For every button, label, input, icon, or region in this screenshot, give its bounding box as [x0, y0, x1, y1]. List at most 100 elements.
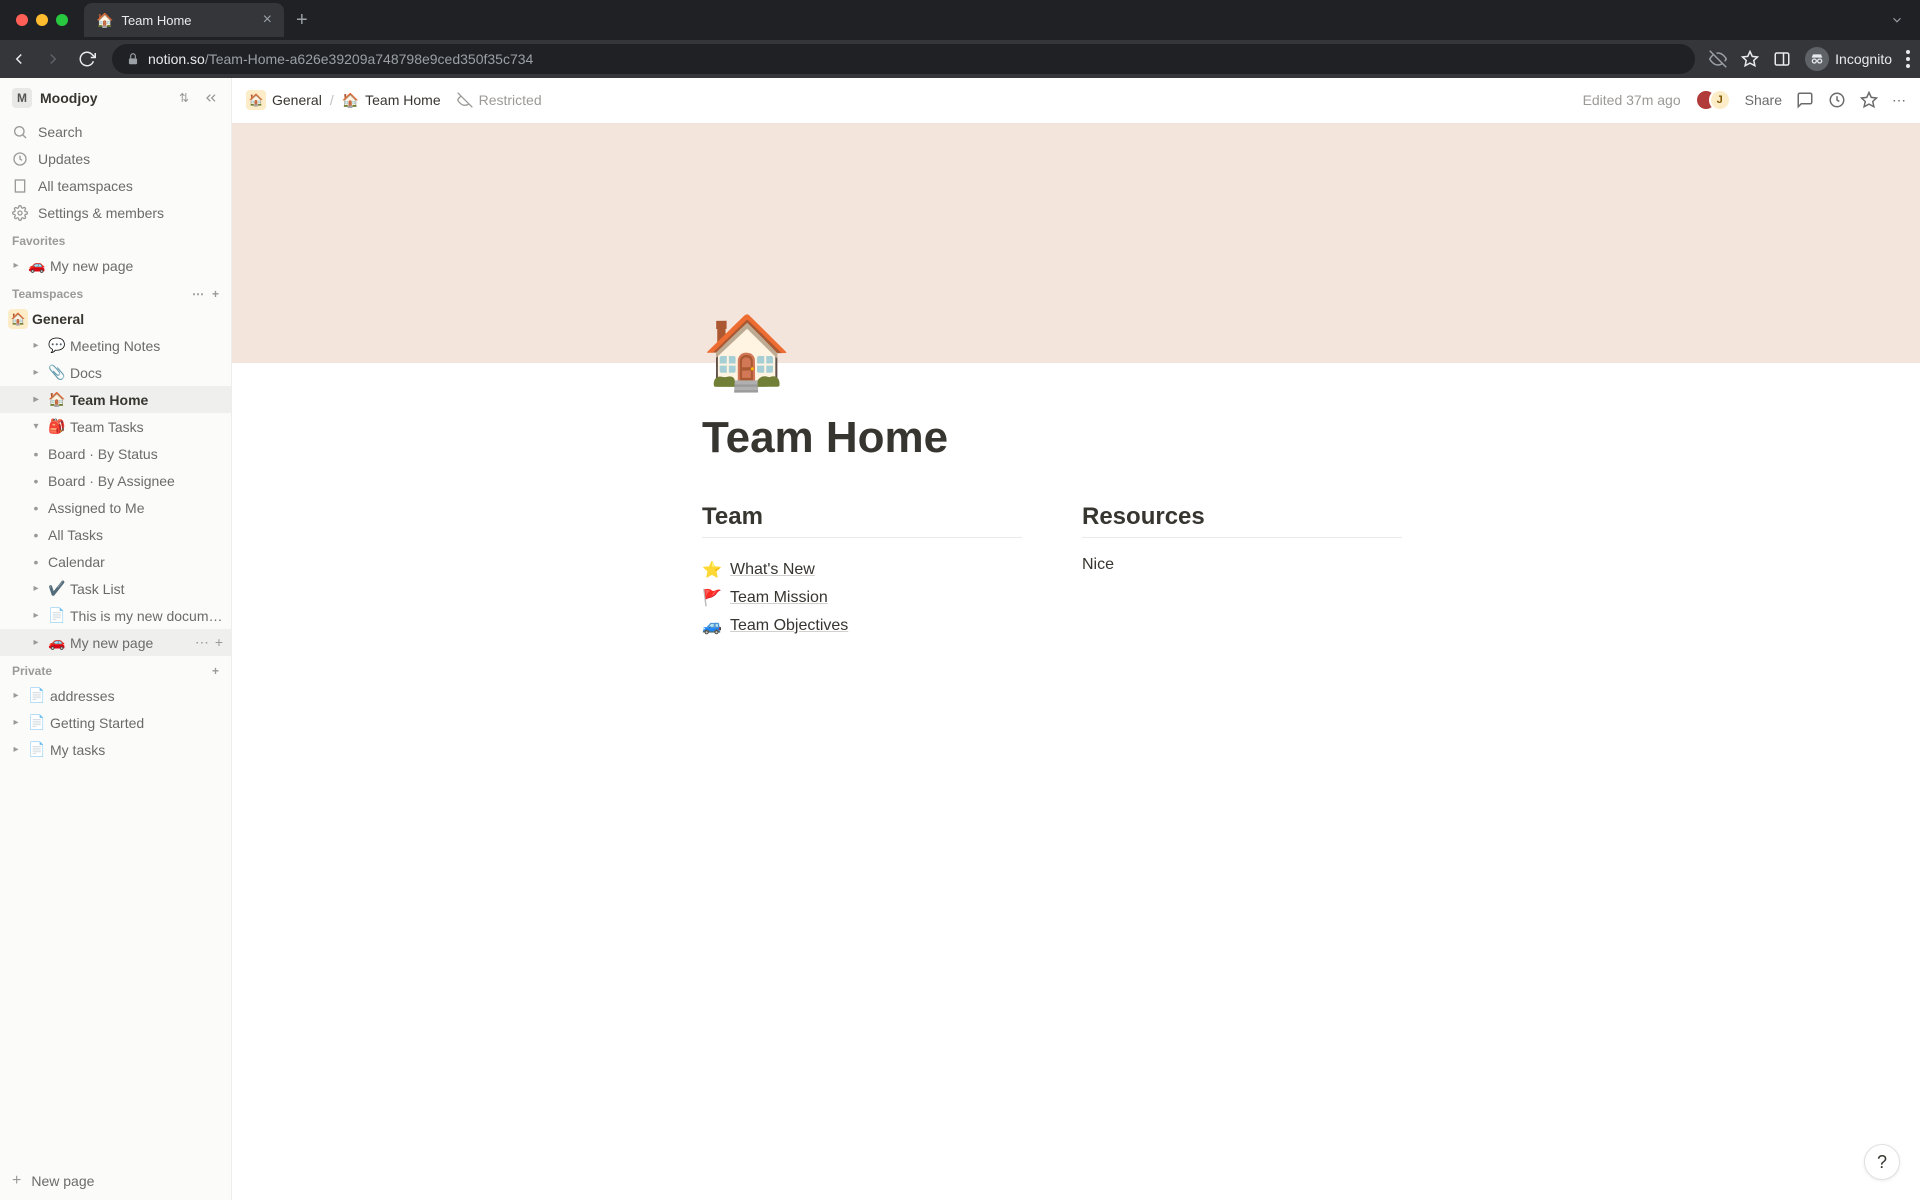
- page-emoji-icon: 📎: [48, 364, 66, 381]
- chevron-right-icon[interactable]: ▸: [28, 394, 44, 405]
- workspace-switcher[interactable]: M Moodjoy ⇅: [0, 78, 231, 118]
- forward-button[interactable]: [44, 50, 64, 68]
- chevron-right-icon[interactable]: ▸: [8, 744, 24, 755]
- restricted-badge[interactable]: Restricted: [457, 92, 542, 108]
- sidebar-page-new-document[interactable]: ▸ 📄 This is my new document: [0, 602, 231, 629]
- page-label: Team Home: [70, 392, 223, 408]
- sidebar-page-task-list[interactable]: ▸ ✔️ Task List: [0, 575, 231, 602]
- add-teamspace-icon[interactable]: +: [212, 287, 219, 301]
- chevron-right-icon[interactable]: ▸: [28, 583, 44, 594]
- chevron-right-icon[interactable]: ▸: [28, 367, 44, 378]
- sidebar-search[interactable]: Search: [0, 118, 231, 145]
- minimize-window-button[interactable]: [36, 14, 48, 26]
- sidebar-private-page[interactable]: ▸ 📄 My tasks: [0, 736, 231, 763]
- page-doc-icon: 📄: [28, 687, 46, 704]
- browser-tab[interactable]: 🏠 Team Home ×: [84, 3, 284, 37]
- maximize-window-button[interactable]: [56, 14, 68, 26]
- sidebar-page-meeting-notes[interactable]: ▸ 💬 Meeting Notes: [0, 332, 231, 359]
- chevron-right-icon[interactable]: ▸: [8, 717, 24, 728]
- bookmark-star-icon[interactable]: [1741, 50, 1759, 68]
- sidebar-page-my-new-page[interactable]: ▸ 🚗 My new page ⋯+: [0, 629, 231, 656]
- main-content: 🏠 General / 🏠 Team Home Restricted Edite…: [232, 78, 1920, 1200]
- page-emoji-icon: 🚗: [28, 257, 46, 274]
- sidebar-updates[interactable]: Updates: [0, 145, 231, 172]
- back-button[interactable]: [10, 50, 30, 68]
- address-bar[interactable]: notion.so/Team-Home-a626e39209a748798e9c…: [112, 44, 1695, 74]
- favorite-page[interactable]: ▸ 🚗 My new page: [0, 252, 231, 279]
- chevron-right-icon[interactable]: ▸: [28, 610, 44, 621]
- new-tab-button[interactable]: +: [296, 9, 308, 32]
- new-page-label: New page: [31, 1173, 94, 1189]
- bullet-icon: •: [28, 500, 44, 516]
- sidebar-subpage[interactable]: •Calendar: [0, 548, 231, 575]
- sidebar-page-team-tasks[interactable]: ▾ 🎒 Team Tasks: [0, 413, 231, 440]
- sidebar-page-docs[interactable]: ▸ 📎 Docs: [0, 359, 231, 386]
- page-icon[interactable]: 🏠: [702, 317, 1920, 389]
- page-label: Board · By Assignee: [48, 473, 223, 489]
- add-private-page-icon[interactable]: +: [212, 664, 219, 678]
- sidebar-settings[interactable]: Settings & members: [0, 199, 231, 226]
- link-emoji-icon: 🚙: [702, 616, 722, 636]
- clock-icon: [12, 151, 30, 167]
- chevron-right-icon[interactable]: ▸: [8, 690, 24, 701]
- page-link[interactable]: 🚩 Team Mission: [702, 584, 1022, 612]
- sidebar-subpage[interactable]: •Board · By Status: [0, 440, 231, 467]
- collapse-sidebar-icon[interactable]: [203, 90, 219, 106]
- page-label: My new page: [50, 258, 223, 274]
- close-window-button[interactable]: [16, 14, 28, 26]
- help-button[interactable]: ?: [1864, 1144, 1900, 1180]
- kebab-menu-icon[interactable]: [1906, 50, 1910, 68]
- sidebar-subpage[interactable]: •All Tasks: [0, 521, 231, 548]
- page-label: Assigned to Me: [48, 500, 223, 516]
- avatar: J: [1709, 89, 1731, 111]
- presence-avatars[interactable]: J: [1695, 89, 1731, 111]
- sidebar-private-page[interactable]: ▸ 📄 Getting Started: [0, 709, 231, 736]
- eye-off-icon[interactable]: [1709, 50, 1727, 68]
- tab-overflow-icon[interactable]: [1890, 13, 1912, 27]
- page-doc-icon: 📄: [28, 714, 46, 731]
- sidebar-subpage[interactable]: •Assigned to Me: [0, 494, 231, 521]
- link-emoji-icon: ⭐: [702, 560, 722, 580]
- breadcrumb-label: Team Home: [365, 92, 440, 108]
- page-link[interactable]: 🚙 Team Objectives: [702, 612, 1022, 640]
- private-label: Private: [12, 664, 52, 678]
- column-heading[interactable]: Team: [702, 503, 1022, 538]
- plus-icon: +: [12, 1172, 21, 1190]
- page-title[interactable]: Team Home: [702, 413, 1920, 463]
- sidebar-page-team-home[interactable]: ▸ 🏠 Team Home: [0, 386, 231, 413]
- chevron-right-icon[interactable]: ▸: [28, 340, 44, 351]
- teamspace-general[interactable]: 🏠 General: [0, 305, 231, 332]
- page-link[interactable]: ⭐ What's New: [702, 556, 1022, 584]
- lock-icon: [126, 52, 140, 66]
- page-emoji-icon: 💬: [48, 337, 66, 354]
- text-block[interactable]: Nice: [1082, 556, 1402, 574]
- breadcrumb-icon: 🏠: [342, 92, 359, 109]
- comments-icon[interactable]: [1796, 91, 1814, 109]
- incognito-badge[interactable]: Incognito: [1805, 47, 1892, 71]
- add-subpage-icon[interactable]: +: [215, 634, 223, 651]
- reload-button[interactable]: [78, 50, 98, 68]
- url-path: /Team-Home-a626e39209a748798e9ced350f35c…: [205, 51, 533, 67]
- page-doc-icon: 📄: [28, 741, 46, 758]
- page-emoji-icon: ✔️: [48, 580, 66, 597]
- panel-icon[interactable]: [1773, 50, 1791, 68]
- page-label: My tasks: [50, 742, 223, 758]
- history-icon[interactable]: [1828, 91, 1846, 109]
- more-icon[interactable]: ⋯: [195, 634, 209, 651]
- breadcrumb-item[interactable]: 🏠 General: [246, 90, 322, 110]
- share-button[interactable]: Share: [1745, 92, 1782, 108]
- breadcrumb-separator: /: [330, 92, 334, 108]
- chevron-down-icon[interactable]: ▾: [28, 421, 44, 432]
- new-page-button[interactable]: + New page: [0, 1162, 231, 1200]
- sidebar-subpage[interactable]: •Board · By Assignee: [0, 467, 231, 494]
- sidebar-private-page[interactable]: ▸ 📄 addresses: [0, 682, 231, 709]
- tab-close-icon[interactable]: ×: [263, 11, 272, 29]
- breadcrumb-item[interactable]: 🏠 Team Home: [342, 92, 441, 109]
- chevron-right-icon[interactable]: ▸: [28, 637, 44, 648]
- favorite-star-icon[interactable]: [1860, 91, 1878, 109]
- more-icon[interactable]: ⋯: [192, 287, 204, 301]
- more-icon[interactable]: ⋯: [1892, 92, 1906, 109]
- chevron-right-icon[interactable]: ▸: [8, 260, 24, 271]
- column-heading[interactable]: Resources: [1082, 503, 1402, 538]
- sidebar-all-teamspaces[interactable]: All teamspaces: [0, 172, 231, 199]
